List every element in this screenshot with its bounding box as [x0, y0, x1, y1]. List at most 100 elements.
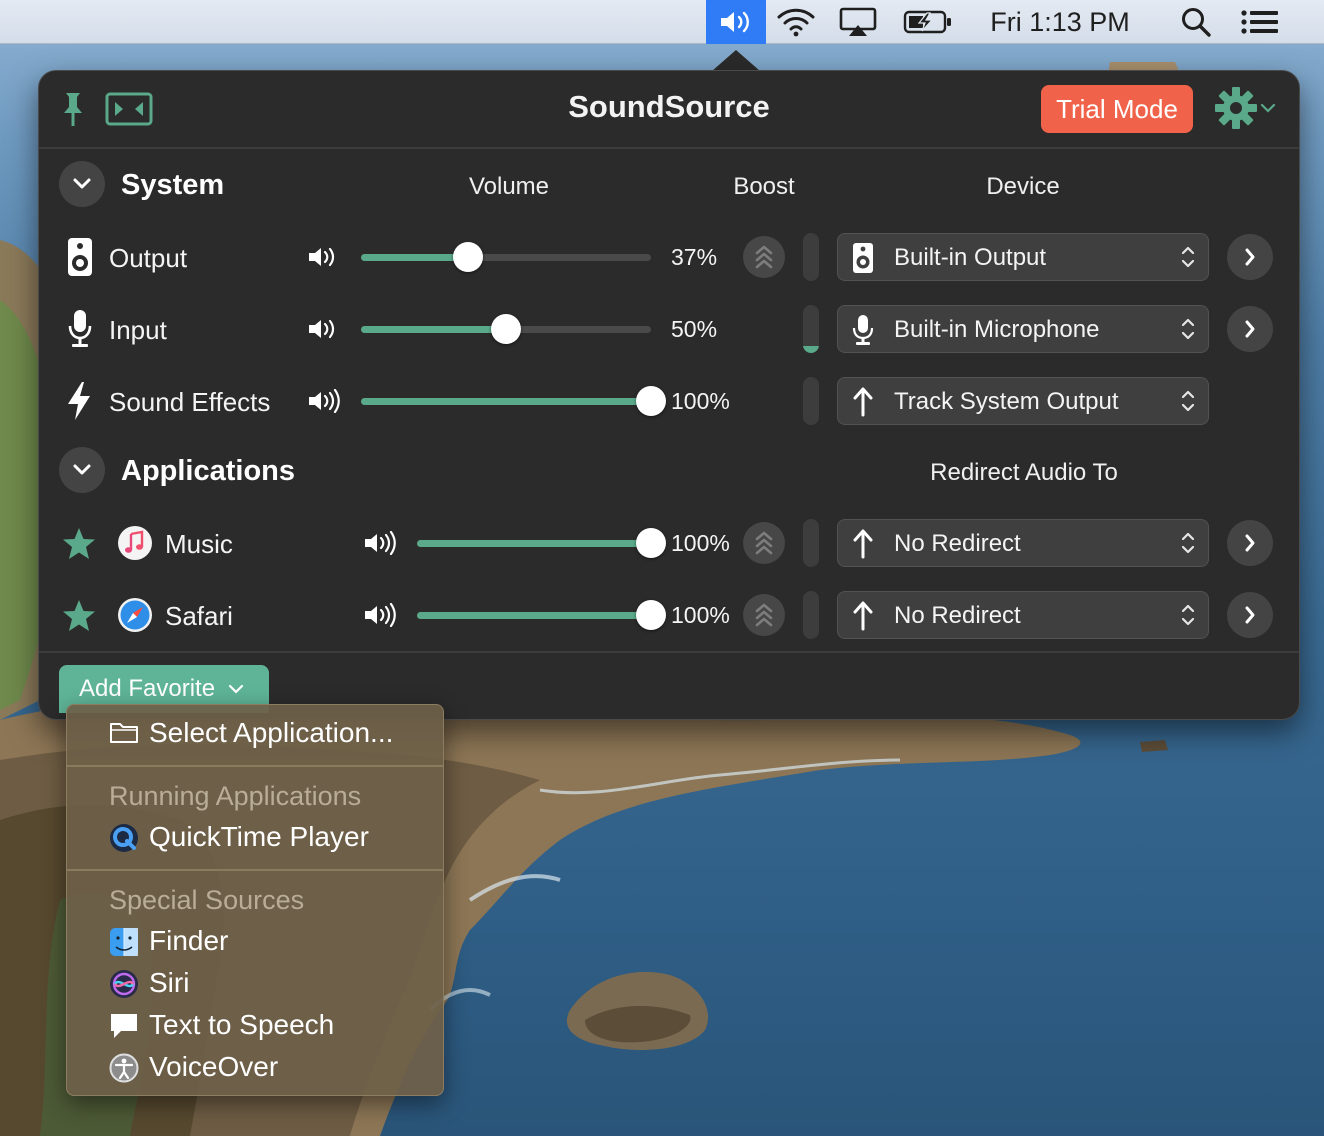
- device-select-sound-effects[interactable]: Track System Output: [837, 377, 1209, 425]
- add-favorite-label: Add Favorite: [79, 675, 216, 702]
- column-header-volume: Volume: [468, 173, 550, 200]
- slider-fill: [417, 540, 651, 547]
- favorite-star-icon[interactable]: [61, 527, 97, 566]
- updown-chevron-icon: [1181, 246, 1195, 268]
- device-select-label: Built-in Microphone: [894, 316, 1100, 343]
- gear-icon: [1215, 87, 1257, 129]
- app-details-button-safari[interactable]: [1227, 592, 1273, 638]
- chevron-down-icon: [1260, 103, 1276, 113]
- volume-slider-sound-effects[interactable]: [361, 386, 666, 416]
- menu-separator: [67, 765, 443, 767]
- device-details-button-output[interactable]: [1227, 234, 1273, 280]
- device-select-output[interactable]: Built-in Output: [837, 233, 1209, 281]
- volume-mute-icon[interactable]: [363, 602, 397, 632]
- boost-chevrons-icon: [755, 603, 773, 627]
- device-details-button-input[interactable]: [1227, 306, 1273, 352]
- column-header-boost: Boost: [733, 173, 795, 200]
- chevron-right-icon: [1245, 320, 1255, 338]
- volume-mute-icon[interactable]: [307, 317, 339, 346]
- chevron-right-icon: [1245, 248, 1255, 266]
- menu-separator: [67, 869, 443, 871]
- app-details-button-music[interactable]: [1227, 520, 1273, 566]
- updown-chevron-icon: [1181, 532, 1195, 554]
- volume-slider-input[interactable]: [361, 314, 651, 344]
- menu-item-text-to-speech[interactable]: Text to Speech: [149, 1009, 334, 1041]
- column-header-device: Device: [986, 173, 1060, 200]
- volume-slider-music[interactable]: [417, 528, 666, 558]
- slider-fill: [361, 326, 506, 333]
- arrow-up-icon: [852, 528, 874, 565]
- volume-mute-icon[interactable]: [363, 530, 397, 560]
- level-meter-input: [803, 305, 819, 353]
- slider-knob[interactable]: [491, 314, 521, 344]
- column-header-redirect: Redirect Audio To: [930, 459, 1118, 486]
- header-divider: [39, 147, 1299, 149]
- level-meter-music: [803, 519, 819, 567]
- chevron-down-icon: [73, 464, 91, 475]
- arrow-up-icon: [852, 600, 874, 637]
- arrow-up-icon: [852, 386, 874, 423]
- speaker-device-icon: [852, 242, 874, 279]
- slider-knob[interactable]: [636, 386, 666, 416]
- finder-icon: [109, 927, 139, 957]
- menu-bar: Fri 1:13 PM: [0, 0, 1324, 44]
- redirect-select-label: No Redirect: [894, 602, 1021, 629]
- collapse-applications-button[interactable]: [59, 447, 105, 493]
- menu-item-select-application[interactable]: Select Application...: [149, 717, 393, 749]
- battery-icon[interactable]: [902, 0, 954, 44]
- menu-item-voiceover[interactable]: VoiceOver: [149, 1051, 278, 1083]
- level-meter-safari: [803, 591, 819, 639]
- level-meter-sound-effects: [803, 377, 819, 425]
- collapse-system-button[interactable]: [59, 161, 105, 207]
- redirect-select-label: No Redirect: [894, 530, 1021, 557]
- boost-button-safari[interactable]: [743, 594, 785, 636]
- chevron-right-icon: [1245, 534, 1255, 552]
- control-center-icon[interactable]: [1236, 0, 1284, 44]
- airplay-icon[interactable]: [836, 0, 880, 44]
- footer-divider: [39, 651, 1299, 653]
- updown-chevron-icon: [1181, 318, 1195, 340]
- chevron-right-icon: [1245, 606, 1255, 624]
- wifi-icon[interactable]: [772, 0, 820, 44]
- menubar-clock[interactable]: Fri 1:13 PM: [978, 0, 1142, 44]
- menu-item-quicktime-player[interactable]: QuickTime Player: [149, 821, 369, 853]
- favorite-star-icon[interactable]: [61, 599, 97, 638]
- volume-slider-safari[interactable]: [417, 600, 666, 630]
- quicktime-icon: [109, 823, 139, 853]
- slider-knob[interactable]: [453, 242, 483, 272]
- accessibility-icon: [109, 1053, 139, 1083]
- updown-chevron-icon: [1181, 390, 1195, 412]
- row-label-sound-effects: Sound Effects: [109, 387, 271, 417]
- device-select-label: Track System Output: [894, 388, 1119, 415]
- menubar-soundsource-icon[interactable]: [706, 0, 766, 44]
- section-title-applications: Applications: [121, 455, 296, 487]
- volume-percent-sound-effects: 100%: [671, 388, 730, 414]
- siri-icon: [109, 969, 139, 999]
- soundsource-panel: SoundSource Trial Mode System Volume Boo…: [38, 70, 1300, 720]
- boost-button-output[interactable]: [743, 236, 785, 278]
- folder-icon: [109, 719, 139, 749]
- speech-bubble-icon: [109, 1011, 139, 1041]
- lightning-icon: [65, 381, 93, 426]
- volume-slider-output[interactable]: [361, 242, 651, 272]
- settings-menu-button[interactable]: [1213, 85, 1277, 131]
- slider-knob[interactable]: [636, 600, 666, 630]
- volume-mute-icon[interactable]: [307, 388, 341, 418]
- boost-chevrons-icon: [755, 245, 773, 269]
- menu-header-special-sources: Special Sources: [109, 885, 305, 915]
- add-favorite-menu: Select Application... Running Applicatio…: [66, 704, 444, 1096]
- trial-mode-button[interactable]: Trial Mode: [1041, 85, 1193, 133]
- device-select-input[interactable]: Built-in Microphone: [837, 305, 1209, 353]
- level-meter-output: [803, 233, 819, 281]
- slider-knob[interactable]: [636, 528, 666, 558]
- search-icon[interactable]: [1174, 0, 1218, 44]
- slider-fill: [361, 398, 651, 405]
- redirect-select-music[interactable]: No Redirect: [837, 519, 1209, 567]
- boost-button-music[interactable]: [743, 522, 785, 564]
- menu-item-finder[interactable]: Finder: [149, 925, 228, 957]
- volume-mute-icon[interactable]: [307, 245, 339, 274]
- menu-item-siri[interactable]: Siri: [149, 967, 189, 999]
- speaker-icon: [721, 11, 749, 33]
- volume-percent-output: 37%: [671, 244, 718, 270]
- redirect-select-safari[interactable]: No Redirect: [837, 591, 1209, 639]
